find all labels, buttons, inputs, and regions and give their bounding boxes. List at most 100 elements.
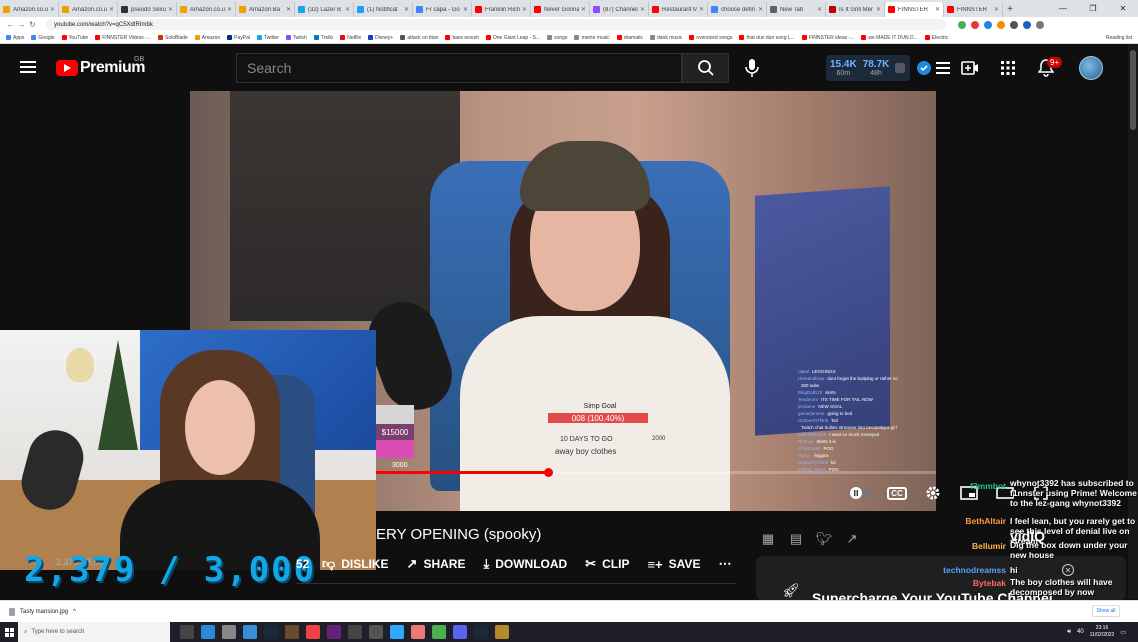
clip-button[interactable]: ✂ CLIP — [585, 556, 629, 572]
bookmark-item[interactable]: YouTube — [61, 35, 88, 41]
close-tab-icon[interactable]: ✕ — [404, 6, 409, 13]
browser-tab[interactable]: Fr capa - Go ✕ — [413, 2, 472, 17]
hamburger-menu-icon[interactable] — [20, 61, 36, 73]
close-tab-icon[interactable]: ✕ — [817, 6, 822, 13]
browser-tab[interactable]: pseudo Sexu ✕ — [118, 2, 177, 17]
bookmark-item[interactable]: One Giant Leap - S... — [485, 35, 540, 41]
new-tab-button[interactable]: + — [1003, 2, 1017, 17]
extension-icon[interactable] — [971, 20, 979, 29]
close-tab-icon[interactable]: ✕ — [463, 6, 468, 13]
browser-tab[interactable]: FINNSTER ✕ — [885, 2, 944, 17]
trending-icon[interactable]: ↗ — [844, 531, 860, 547]
bookmark-item[interactable]: PayPal — [227, 35, 250, 41]
live-chat-username[interactable]: f3mmbot — [940, 481, 1006, 491]
browser-tab[interactable]: (1) Notificat ✕ — [354, 2, 413, 17]
bookmark-item[interactable]: dank music — [650, 35, 682, 41]
share-button[interactable]: ↗ SHARE — [407, 556, 466, 572]
channel-stats-widget[interactable]: 15.4K 60m 78.7K 48h — [826, 55, 910, 81]
menu-lines-icon[interactable] — [933, 58, 953, 78]
puzzle-icon[interactable] — [1010, 20, 1018, 29]
close-tab-icon[interactable]: ✕ — [227, 6, 232, 13]
forward-icon[interactable]: → — [16, 20, 27, 29]
kebab-menu-icon[interactable] — [1036, 20, 1044, 29]
browser-tab[interactable]: Amazon.co.uk ✕ — [177, 2, 236, 17]
close-tab-icon[interactable]: ✕ — [522, 6, 527, 13]
close-icon[interactable]: ✕ — [1062, 564, 1074, 576]
bookmark-item[interactable]: FINNSTER ideas -... — [801, 35, 854, 41]
minimize-button[interactable]: — — [1048, 0, 1078, 17]
close-tab-icon[interactable]: ✕ — [935, 6, 940, 13]
url-input[interactable]: youtube.com/watch?v=qC5XdtRImbk — [46, 19, 946, 30]
close-tab-icon[interactable]: ✕ — [345, 6, 350, 13]
photoshop-icon[interactable] — [390, 625, 404, 639]
steam-icon[interactable] — [474, 625, 488, 639]
download-item[interactable]: Tasty mansion.jpg ^ — [0, 607, 76, 616]
edge-icon[interactable] — [201, 625, 215, 639]
bookmark-item[interactable]: dramatic — [616, 35, 643, 41]
bookmark-item[interactable]: Disney+ — [368, 35, 393, 41]
grid-icon[interactable]: ▦ — [760, 531, 776, 547]
app-icon[interactable] — [369, 625, 383, 639]
reading-list-button[interactable]: Reading list — [1106, 35, 1138, 41]
bookmark-item[interactable]: Twitter — [256, 35, 279, 41]
close-tab-icon[interactable]: ✕ — [876, 6, 881, 13]
browser-tab[interactable]: FINNSTER ✕ — [944, 2, 1003, 17]
extension-icon[interactable] — [958, 20, 966, 29]
chrome-icon[interactable] — [432, 625, 446, 639]
bookmark-item[interactable]: songs — [547, 35, 567, 41]
browser-tab[interactable]: New Tab ✕ — [767, 2, 826, 17]
close-tab-icon[interactable]: ✕ — [168, 6, 173, 13]
extension-icon[interactable] — [997, 20, 1005, 29]
profile-icon[interactable] — [1023, 20, 1031, 29]
app-icon[interactable] — [411, 625, 425, 639]
like-count[interactable]: 52 — [296, 557, 309, 571]
bookmark-item[interactable]: Trello — [313, 35, 333, 41]
live-chat-username[interactable]: Bellumir — [940, 541, 1006, 551]
browser-tab[interactable]: Is It Grill Mer ✕ — [826, 2, 885, 17]
create-video-icon[interactable] — [960, 58, 980, 78]
bookmark-item[interactable]: FINNSTER Videos -... — [95, 35, 151, 41]
close-tab-icon[interactable]: ✕ — [286, 6, 291, 13]
steam-icon[interactable] — [264, 625, 278, 639]
app-icon[interactable] — [243, 625, 257, 639]
live-chat-username[interactable]: technodreamss — [940, 565, 1006, 575]
bookmark-item[interactable]: Google — [31, 35, 55, 41]
browser-tab[interactable]: Restaurant M ✕ — [649, 2, 708, 17]
bookmark-item[interactable]: meme music — [574, 35, 610, 41]
scrollbar-thumb[interactable] — [1130, 50, 1136, 130]
bookmark-item[interactable]: Electric — [924, 35, 948, 41]
bookmark-item[interactable]: Apps — [6, 35, 24, 41]
live-chat-username[interactable]: Bytebak — [940, 578, 1006, 588]
chevron-up-icon[interactable]: ^ — [73, 609, 76, 615]
bookmark-item[interactable]: Twitch — [285, 35, 307, 41]
bookmark-item[interactable]: that dun dun song L... — [739, 35, 795, 41]
browser-tab[interactable]: choose defin ✕ — [708, 2, 767, 17]
browser-tab[interactable]: (32) Lazer B ✕ — [295, 2, 354, 17]
dislike-button[interactable]: 👎︎ DISLIKE — [322, 556, 389, 572]
close-tab-icon[interactable]: ✕ — [109, 6, 114, 13]
bookmark-item[interactable]: we MADE IT DUN D... — [861, 35, 918, 41]
reload-icon[interactable]: ↻ — [27, 20, 38, 29]
app-icon[interactable] — [222, 625, 236, 639]
search-input[interactable] — [237, 54, 681, 82]
back-icon[interactable]: ← — [5, 20, 16, 29]
browser-tab[interactable]: Amazon.co.uk ✕ — [59, 2, 118, 17]
app-icon[interactable] — [348, 625, 362, 639]
twitter-icon[interactable]: 🐦︎ — [816, 531, 833, 547]
bookmark-item[interactable]: attack on titan — [400, 35, 438, 41]
app-icon[interactable] — [495, 625, 509, 639]
bookmark-item[interactable]: bass woosh — [445, 35, 479, 41]
clock[interactable]: 23:16 11/02/2022 — [1090, 625, 1115, 639]
captions-button[interactable]: CC — [886, 483, 908, 503]
bookmark-item[interactable]: oversized songs — [689, 35, 732, 41]
app-icon[interactable] — [306, 625, 320, 639]
apps-grid-icon[interactable] — [998, 58, 1018, 78]
bookmark-item[interactable]: SoloBlade — [158, 35, 188, 41]
video-scrubber-handle[interactable] — [544, 468, 553, 477]
bookmark-item[interactable]: Amazon — [194, 35, 220, 41]
close-window-button[interactable]: ✕ — [1108, 0, 1138, 17]
close-tab-icon[interactable]: ✕ — [50, 6, 55, 13]
discord-icon[interactable] — [453, 625, 467, 639]
show-all-downloads-button[interactable]: Show all — [1092, 605, 1120, 617]
browser-tab[interactable]: Amazon.co.uk ✕ — [0, 2, 59, 17]
